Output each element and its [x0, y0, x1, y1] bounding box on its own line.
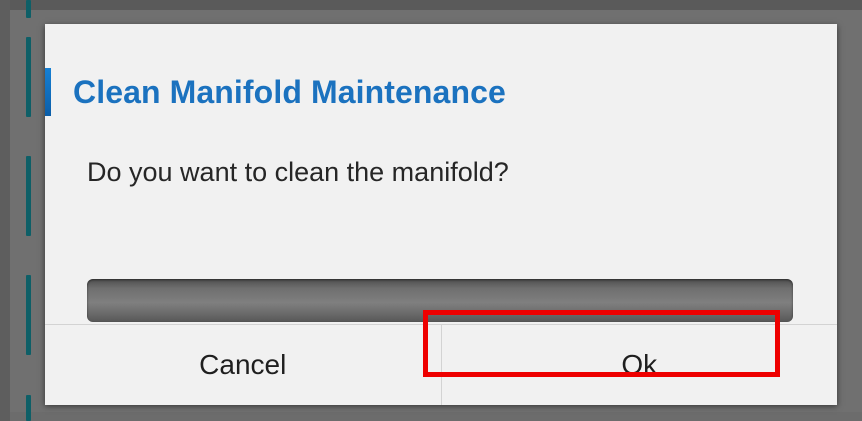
backdrop-bottom-edge	[0, 412, 862, 421]
background-list-marker	[26, 395, 31, 421]
ok-button[interactable]: Ok	[440, 325, 837, 405]
title-accent-bar	[45, 68, 51, 116]
backdrop-top-edge	[0, 0, 862, 10]
progress-bar	[87, 279, 793, 322]
clean-manifold-dialog: Clean Manifold Maintenance Do you want t…	[45, 24, 837, 405]
dialog-message: Do you want to clean the manifold?	[87, 157, 509, 187]
background-list-marker	[26, 275, 31, 355]
background-list-marker	[26, 156, 31, 236]
dialog-title: Clean Manifold Maintenance	[73, 74, 506, 110]
backdrop-left-strip	[0, 0, 10, 421]
background-list-marker	[26, 0, 31, 18]
dialog-button-bar: Cancel Ok	[45, 324, 837, 405]
background-list-marker	[26, 37, 31, 117]
cancel-button[interactable]: Cancel	[45, 325, 441, 405]
